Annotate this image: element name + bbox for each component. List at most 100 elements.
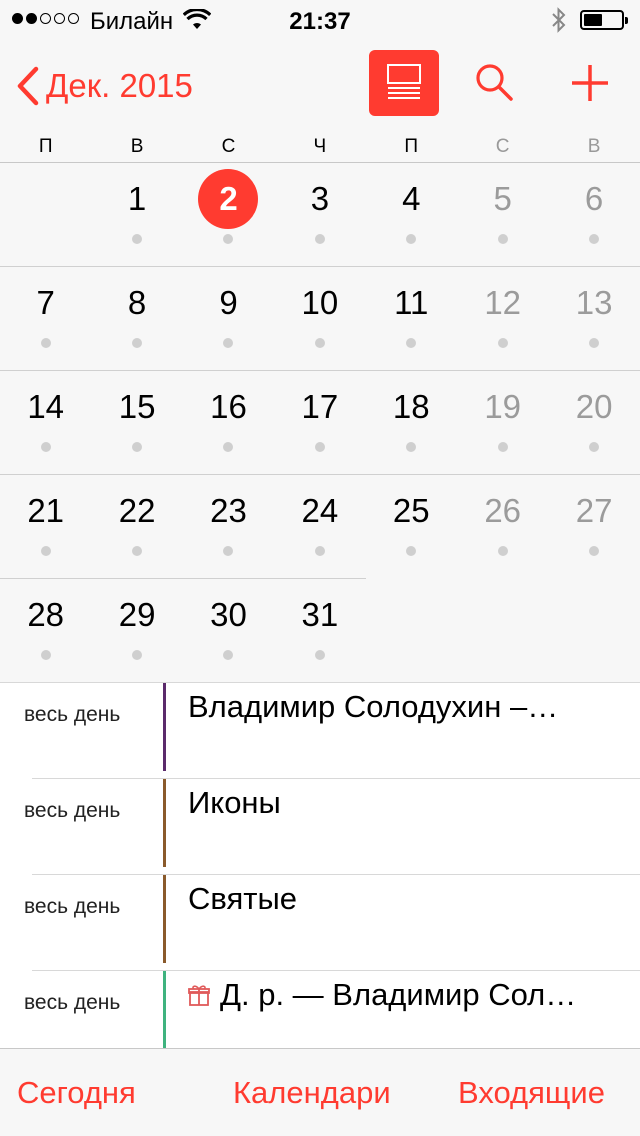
day-number: 29 xyxy=(118,596,156,633)
day-number: 4 xyxy=(402,180,421,217)
bluetooth-icon xyxy=(552,7,566,33)
inbox-button[interactable]: Входящие xyxy=(458,1075,605,1111)
battery-icon xyxy=(580,10,628,30)
weekday-label: Ч xyxy=(313,136,327,157)
all-day-label: весь день xyxy=(24,991,121,1014)
week-row: 21 22 23 24 25 26 27 xyxy=(0,475,640,579)
day-number: 9 xyxy=(219,284,238,321)
weekday-label: В xyxy=(130,136,144,157)
bottom-toolbar: Сегодня Календари Входящие xyxy=(0,1048,640,1136)
event-indicator-dot xyxy=(406,442,417,452)
day-cell[interactable]: 10 xyxy=(274,267,365,370)
event-indicator-dot xyxy=(132,234,143,244)
add-event-icon[interactable] xyxy=(571,64,609,102)
day-number: 21 xyxy=(27,492,65,529)
day-cell[interactable]: 29 xyxy=(91,579,182,682)
day-cell[interactable]: 17 xyxy=(274,371,365,474)
day-cell[interactable]: 5 xyxy=(457,163,548,266)
day-cell[interactable]: 7 xyxy=(0,267,91,370)
event-row[interactable]: весь день Владимир Солодухин –… xyxy=(0,683,640,779)
day-cell[interactable]: 20 xyxy=(548,371,639,474)
day-cell[interactable]: 26 xyxy=(457,475,548,578)
day-number: 12 xyxy=(484,284,522,321)
day-cell[interactable]: 14 xyxy=(0,371,91,474)
event-row[interactable]: весь день Иконы xyxy=(0,779,640,875)
day-cell[interactable]: 18 xyxy=(366,371,457,474)
gift-icon xyxy=(188,985,210,1006)
all-day-label: весь день xyxy=(24,703,121,726)
day-cell[interactable]: 27 xyxy=(548,475,639,578)
event-indicator-dot xyxy=(497,442,508,452)
event-indicator-dot xyxy=(314,442,325,452)
event-indicator-dot xyxy=(314,338,325,348)
event-indicator-dot xyxy=(223,442,234,452)
search-icon[interactable] xyxy=(474,62,514,102)
day-cell[interactable]: 30 xyxy=(183,579,274,682)
weekday-label: П xyxy=(38,136,53,157)
day-number: 8 xyxy=(127,284,147,321)
day-number: 1 xyxy=(127,180,147,217)
event-title-container: Иконы xyxy=(188,785,281,821)
day-cell[interactable]: 6 xyxy=(548,163,639,266)
day-cell[interactable]: 24 xyxy=(274,475,365,578)
day-cell[interactable]: 1 xyxy=(91,163,182,266)
event-indicator-dot xyxy=(314,650,325,660)
day-number: 13 xyxy=(575,284,613,321)
week-row: 1 2 3 4 5 6 xyxy=(0,163,640,267)
day-cell[interactable]: 31 xyxy=(274,579,365,682)
event-row[interactable]: весь день Святые xyxy=(0,875,640,971)
back-to-month-button[interactable]: Дек. 2015 xyxy=(16,66,193,106)
calendars-button[interactable]: Календари xyxy=(233,1075,391,1111)
day-cell[interactable]: 13 xyxy=(548,267,639,370)
list-view-toggle-button[interactable] xyxy=(369,50,439,116)
event-indicator-dot xyxy=(40,442,51,452)
day-cell-selected[interactable]: 2 xyxy=(183,163,274,266)
day-number: 26 xyxy=(484,492,522,529)
weekday-label: С xyxy=(221,136,236,157)
event-indicator-dot xyxy=(314,546,325,556)
day-cell[interactable]: 11 xyxy=(366,267,457,370)
weekday-header: ПВСЧПСВ xyxy=(0,130,640,162)
day-cell[interactable]: 4 xyxy=(366,163,457,266)
event-indicator-dot xyxy=(132,546,143,556)
day-number: 16 xyxy=(210,388,247,425)
event-indicator-dot xyxy=(223,234,234,244)
day-number: 25 xyxy=(392,492,430,529)
day-cell[interactable]: 21 xyxy=(0,475,91,578)
event-title-container: Святые xyxy=(188,881,297,917)
day-number: 6 xyxy=(584,180,604,217)
day-number: 19 xyxy=(484,388,522,425)
day-cell[interactable]: 9 xyxy=(183,267,274,370)
day-cell[interactable]: 23 xyxy=(183,475,274,578)
day-number: 23 xyxy=(210,492,247,529)
calendar-color-bar xyxy=(163,971,166,1059)
event-indicator-dot xyxy=(314,234,325,244)
day-number: 3 xyxy=(310,180,330,217)
day-cell[interactable]: 12 xyxy=(457,267,548,370)
event-indicator-dot xyxy=(223,546,234,556)
day-cell[interactable]: 16 xyxy=(183,371,274,474)
day-cell[interactable]: 15 xyxy=(91,371,182,474)
day-cell[interactable]: 25 xyxy=(366,475,457,578)
weekday-label: П xyxy=(404,136,419,157)
today-button[interactable]: Сегодня xyxy=(17,1075,136,1111)
calendar-color-bar xyxy=(163,779,166,867)
chevron-left-icon xyxy=(17,66,39,106)
day-cell[interactable]: 3 xyxy=(274,163,365,266)
back-label: Дек. 2015 xyxy=(46,67,193,104)
day-number: 17 xyxy=(301,388,339,425)
list-view-icon xyxy=(387,64,421,99)
event-indicator-dot xyxy=(589,442,600,452)
day-cell[interactable]: 19 xyxy=(457,371,548,474)
event-indicator-dot xyxy=(497,234,508,244)
status-time: 21:37 xyxy=(289,8,351,35)
event-title: Иконы xyxy=(188,785,281,820)
all-day-label: весь день xyxy=(24,895,121,918)
day-cell[interactable]: 28 xyxy=(0,579,91,682)
day-cell[interactable]: 22 xyxy=(91,475,182,578)
day-number: 20 xyxy=(575,388,613,425)
day-cell[interactable]: 8 xyxy=(91,267,182,370)
day-number: 7 xyxy=(36,284,55,321)
event-indicator-dot xyxy=(223,650,234,660)
event-indicator-dot xyxy=(40,546,51,556)
